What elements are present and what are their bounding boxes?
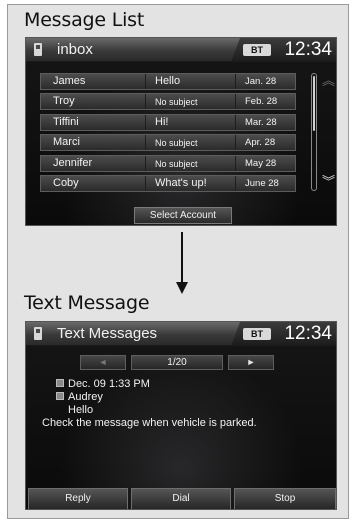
column-divider bbox=[145, 155, 146, 171]
dial-button[interactable]: Dial bbox=[131, 488, 231, 509]
top-bar: inbox BT 12:34 bbox=[26, 38, 336, 62]
sender-name: Marci bbox=[53, 136, 80, 149]
message-date: Jan. 28 bbox=[245, 76, 277, 87]
column-divider bbox=[235, 114, 236, 130]
section-title-message-list: Message List bbox=[24, 9, 145, 31]
chevron-right-icon: ► bbox=[246, 357, 256, 367]
screen-title: Text Messages bbox=[57, 325, 158, 342]
column-divider bbox=[145, 94, 146, 110]
message-date: Feb. 28 bbox=[245, 96, 278, 108]
message-subject: No subject bbox=[155, 158, 198, 169]
message-sender: Audrey bbox=[68, 391, 103, 403]
message-row[interactable]: Jennifer No subject May 28 bbox=[40, 154, 296, 172]
chevron-up-icon[interactable]: ︽ bbox=[322, 74, 335, 87]
column-divider bbox=[235, 155, 236, 171]
sender-name: Tiffini bbox=[53, 115, 79, 128]
message-body: Check the message when vehicle is parked… bbox=[42, 417, 257, 429]
column-divider bbox=[235, 74, 236, 89]
section-title-text-message: Text Message bbox=[24, 292, 150, 314]
clock: 12:34 bbox=[284, 39, 332, 60]
message-row[interactable]: Coby What's up! June 28 bbox=[40, 174, 296, 192]
message-subject: Hello bbox=[155, 75, 181, 87]
message-date: Apr. 28 bbox=[245, 137, 276, 149]
top-bar: Text Messages BT 12:34 bbox=[26, 322, 336, 346]
phone-icon bbox=[34, 327, 42, 340]
message-sender-line: Audrey bbox=[56, 391, 103, 403]
message-row[interactable]: Tiffini Hi! Mar. 28 bbox=[40, 113, 296, 131]
column-divider bbox=[145, 175, 146, 191]
message-counter: 1/20 bbox=[131, 355, 223, 370]
screen-title: inbox bbox=[57, 41, 93, 58]
down-arrow-icon bbox=[181, 232, 183, 287]
stop-button[interactable]: Stop bbox=[234, 488, 336, 509]
down-arrow-head bbox=[176, 282, 188, 294]
message-count: 1/20 bbox=[167, 357, 187, 368]
message-date: Dec. 09 1:33 PM bbox=[68, 378, 150, 390]
message-table: James Hello Jan. 28 Troy No subject Feb.… bbox=[40, 73, 296, 195]
bluetooth-signal-icon: BT bbox=[243, 44, 271, 56]
select-account-button[interactable]: Select Account bbox=[134, 207, 232, 224]
sender-name: Jennifer bbox=[53, 156, 93, 169]
previous-message-button[interactable]: ◄ bbox=[80, 355, 126, 370]
column-divider bbox=[145, 74, 146, 89]
message-subject: Hi! bbox=[155, 115, 169, 128]
scrollbar-thumb[interactable] bbox=[313, 76, 315, 131]
chevron-down-icon[interactable]: ︾ bbox=[322, 175, 335, 188]
message-list-screen: inbox BT 12:34 James Hello Jan. 28 Troy … bbox=[25, 37, 337, 226]
phone-icon bbox=[34, 43, 42, 56]
bluetooth-signal-icon: BT bbox=[243, 328, 271, 340]
sender-name: Coby bbox=[53, 176, 79, 189]
message-subject: Hello bbox=[68, 404, 94, 416]
action-bar: Reply Dial Stop bbox=[26, 488, 336, 509]
message-date: Mar. 28 bbox=[245, 116, 277, 128]
message-row[interactable]: Marci No subject Apr. 28 bbox=[40, 134, 296, 152]
sender-name: James bbox=[53, 75, 86, 87]
mail-icon bbox=[56, 379, 64, 387]
column-divider bbox=[235, 175, 236, 191]
chevron-left-icon: ◄ bbox=[98, 357, 108, 367]
message-subject: No subject bbox=[155, 97, 198, 108]
message-subject: No subject bbox=[155, 138, 198, 149]
sender-name: Troy bbox=[53, 95, 75, 108]
column-divider bbox=[235, 94, 236, 110]
text-message-screen: Text Messages BT 12:34 ◄ 1/20 ► Dec. 09 … bbox=[25, 321, 337, 510]
contact-icon bbox=[56, 392, 64, 400]
column-divider bbox=[145, 114, 146, 130]
next-message-button[interactable]: ► bbox=[228, 355, 274, 370]
message-subject: What's up! bbox=[155, 176, 207, 189]
message-row[interactable]: Troy No subject Feb. 28 bbox=[40, 93, 296, 111]
clock: 12:34 bbox=[284, 323, 332, 344]
scrollbar[interactable] bbox=[311, 73, 317, 191]
message-row[interactable]: James Hello Jan. 28 bbox=[40, 73, 296, 90]
message-date: May 28 bbox=[245, 157, 277, 169]
column-divider bbox=[145, 135, 146, 151]
message-date: June 28 bbox=[245, 177, 279, 189]
column-divider bbox=[235, 135, 236, 151]
message-date-line: Dec. 09 1:33 PM bbox=[56, 378, 150, 390]
reply-button[interactable]: Reply bbox=[28, 488, 128, 509]
